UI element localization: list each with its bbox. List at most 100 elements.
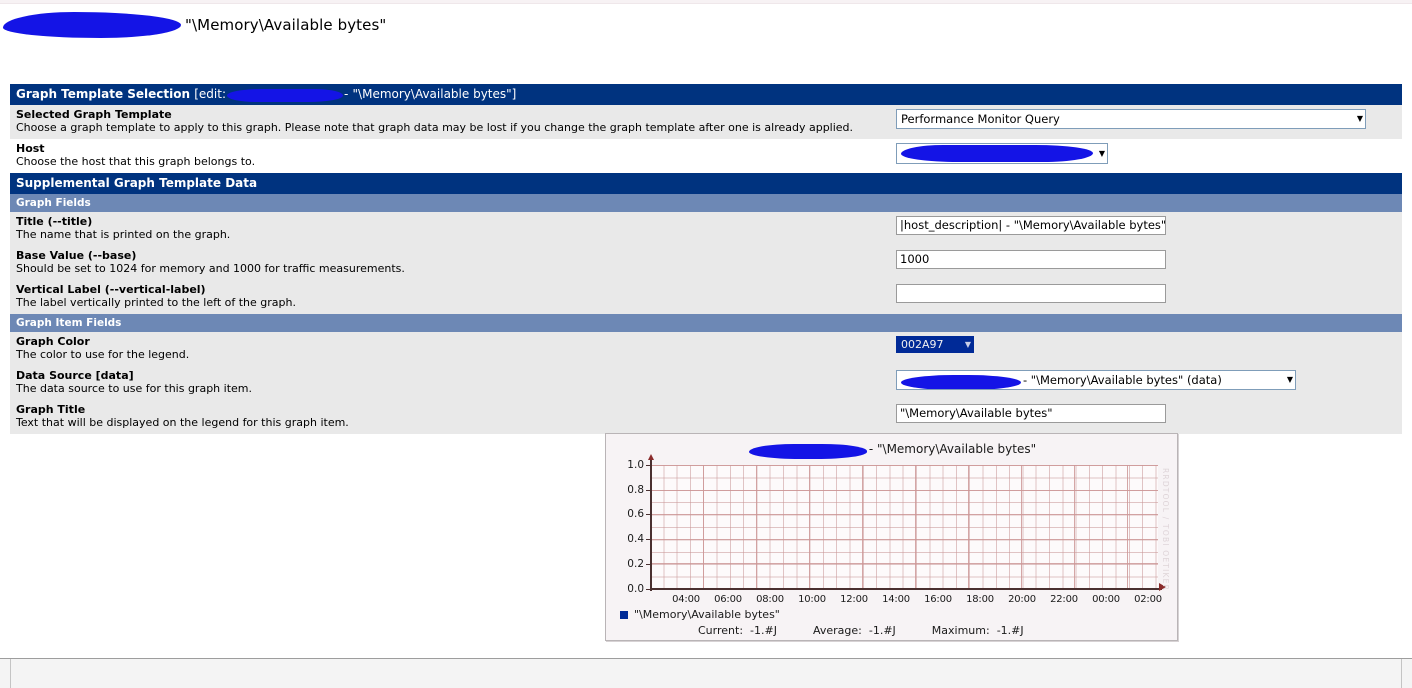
graph-plot: 0.0 0.2 0.4 0.6 0.8 1.0 04:00 06:00 08:0…: [627, 454, 1166, 620]
y-tick-label: 0.6: [627, 508, 644, 520]
legend-stat-current-key: Current:: [698, 624, 744, 637]
redacted-hostname-heading: [3, 12, 181, 38]
section-title: Supplemental Graph Template Data: [16, 176, 258, 190]
legend-stat-maximum-value: -1.#J: [996, 624, 1024, 637]
graph-color-select-value: 002A97: [901, 338, 944, 351]
field-label-graph-title: Graph Title: [16, 403, 86, 416]
graph-title-input[interactable]: "\Memory\Available bytes": [896, 404, 1166, 423]
section-header-graph-template-selection: Graph Template Selection [edit: - "\Memor…: [10, 84, 1402, 105]
x-tick-label: 02:00: [1134, 594, 1162, 605]
legend-stat-average-value: -1.#J: [868, 624, 896, 637]
row-data-source: Data Source [data] The data source to us…: [10, 366, 1402, 400]
label-block: Title (--title) The name that is printed…: [10, 215, 896, 242]
edit-prefix: [edit:: [194, 87, 226, 101]
field-description-selected-graph-template: Choose a graph template to apply to this…: [16, 121, 854, 134]
rrdtool-watermark: RRDTOOL / TOBI OETIKER: [1161, 468, 1170, 591]
content-bottom-divider: [10, 648, 1402, 649]
graph-preview-title: - "\Memory\Available bytes": [606, 442, 1179, 459]
row-selected-graph-template: Selected Graph Template Choose a graph t…: [10, 105, 1402, 139]
x-tick-label: 20:00: [1008, 594, 1036, 605]
label-block: Host Choose the host that this graph bel…: [10, 142, 896, 169]
graph-preview[interactable]: - "\Memory\Available bytes" 0.0 0.2 0.4 …: [605, 433, 1178, 641]
chevron-down-icon: ▼: [1356, 114, 1363, 123]
field-label-selected-graph-template: Selected Graph Template: [16, 108, 172, 121]
chevron-down-icon: ▼: [964, 339, 971, 349]
x-tick-label: 16:00: [924, 594, 952, 605]
redacted-host-value: [901, 145, 1093, 162]
y-tick-label: 0.4: [627, 533, 644, 545]
field-description-vertical-label: The label vertically printed to the left…: [16, 296, 296, 309]
redacted-hostname-bar: [227, 89, 343, 102]
legend-stat-current: Current: -1.#J: [698, 624, 777, 637]
field-description-data-source: The data source to use for this graph it…: [16, 382, 252, 395]
legend-stat-maximum-key: Maximum:: [931, 624, 990, 637]
footer-bar-inner: [10, 659, 1402, 688]
top-divider: [0, 0, 1412, 4]
legend-stat-average: Average: -1.#J: [813, 624, 896, 637]
section-header-supplemental-graph-template-data: Supplemental Graph Template Data: [10, 173, 1402, 194]
redacted-data-source-host: [901, 374, 1021, 389]
graph-legend: "\Memory\Available bytes" Current: -1.#J…: [620, 608, 1168, 637]
redacted-hostname-graph: [748, 443, 867, 459]
label-block: Vertical Label (--vertical-label) The la…: [10, 283, 896, 310]
label-block: Graph Color The color to use for the leg…: [10, 335, 896, 362]
field-description-graph-color: The color to use for the legend.: [16, 348, 190, 361]
plot-grid: [650, 465, 1158, 589]
x-tick-label: 08:00: [756, 594, 784, 605]
y-tick-label: 0.8: [627, 484, 644, 496]
host-select[interactable]: ▼: [896, 143, 1108, 164]
x-tick-label: 00:00: [1092, 594, 1120, 605]
data-source-select-value: - "\Memory\Available bytes" (data): [901, 373, 1222, 389]
row-graph-title: Graph Title Text that will be displayed …: [10, 400, 1402, 434]
subsection-header-graph-fields: Graph Fields: [10, 194, 1402, 212]
row-host: Host Choose the host that this graph bel…: [10, 139, 1402, 173]
legend-stat-maximum: Maximum: -1.#J: [932, 624, 1024, 637]
y-tick-label: 0.0: [627, 583, 644, 595]
field-description-base-value: Should be set to 1024 for memory and 100…: [16, 262, 405, 275]
graph-color-select[interactable]: 002A97 ▼: [896, 336, 974, 353]
graph-preview-title-text: - "\Memory\Available bytes": [868, 442, 1037, 456]
graph-template-select-value: Performance Monitor Query: [901, 112, 1060, 126]
x-tick-label: 22:00: [1050, 594, 1078, 605]
graph-edit-form: Graph Template Selection [edit: - "\Memor…: [10, 84, 1402, 434]
field-label-graph-color: Graph Color: [16, 335, 90, 348]
page-header: "\Memory\Available bytes": [0, 7, 1412, 43]
legend-stat-current-value: -1.#J: [750, 624, 777, 637]
x-tick-label: 04:00: [672, 594, 700, 605]
field-label-title: Title (--title): [16, 215, 93, 228]
base-value-input[interactable]: 1000: [896, 250, 1166, 269]
field-label-vertical-label: Vertical Label (--vertical-label): [16, 283, 206, 296]
chevron-down-icon: ▼: [1098, 148, 1105, 158]
control-block: "\Memory\Available bytes": [896, 403, 1402, 423]
field-label-data-source: Data Source [data]: [16, 369, 134, 382]
control-block: - "\Memory\Available bytes" (data) ▼: [896, 369, 1402, 390]
control-block: ▼: [896, 142, 1402, 165]
label-block: Selected Graph Template Choose a graph t…: [10, 108, 896, 135]
x-tick-label: 06:00: [714, 594, 742, 605]
label-block: Graph Title Text that will be displayed …: [10, 403, 896, 430]
legend-stats: Current: -1.#J Average: -1.#J Maximum: -…: [620, 624, 1168, 637]
field-label-base-value: Base Value (--base): [16, 249, 137, 262]
graph-template-select[interactable]: Performance Monitor Query ▼: [896, 109, 1366, 129]
control-block: 1000: [896, 249, 1402, 269]
edit-graph-name: "\Memory\Available bytes"]: [352, 87, 517, 101]
y-tick-label: 0.2: [627, 558, 644, 570]
y-axis: [650, 459, 652, 591]
section-title: Graph Template Selection: [16, 87, 191, 101]
legend-entry: "\Memory\Available bytes": [620, 608, 1168, 621]
data-source-select-text: - "\Memory\Available bytes" (data): [1023, 373, 1222, 387]
chevron-down-icon: ▼: [1286, 375, 1293, 384]
data-source-select[interactable]: - "\Memory\Available bytes" (data) ▼: [896, 370, 1296, 390]
field-description-host: Choose the host that this graph belongs …: [16, 155, 256, 168]
x-tick-label: 12:00: [840, 594, 868, 605]
title-input[interactable]: |host_description| - "\Memory\Available …: [896, 216, 1166, 235]
page-title: "\Memory\Available bytes": [185, 16, 387, 34]
control-block: |host_description| - "\Memory\Available …: [896, 215, 1402, 235]
row-title: Title (--title) The name that is printed…: [10, 212, 1402, 246]
control-block: [896, 283, 1402, 303]
row-base-value: Base Value (--base) Should be set to 102…: [10, 246, 1402, 280]
legend-entry-label: "\Memory\Available bytes": [634, 608, 780, 621]
vertical-label-input[interactable]: [896, 284, 1166, 303]
y-tick-label: 1.0: [627, 459, 644, 471]
legend-color-swatch-icon: [620, 610, 628, 619]
